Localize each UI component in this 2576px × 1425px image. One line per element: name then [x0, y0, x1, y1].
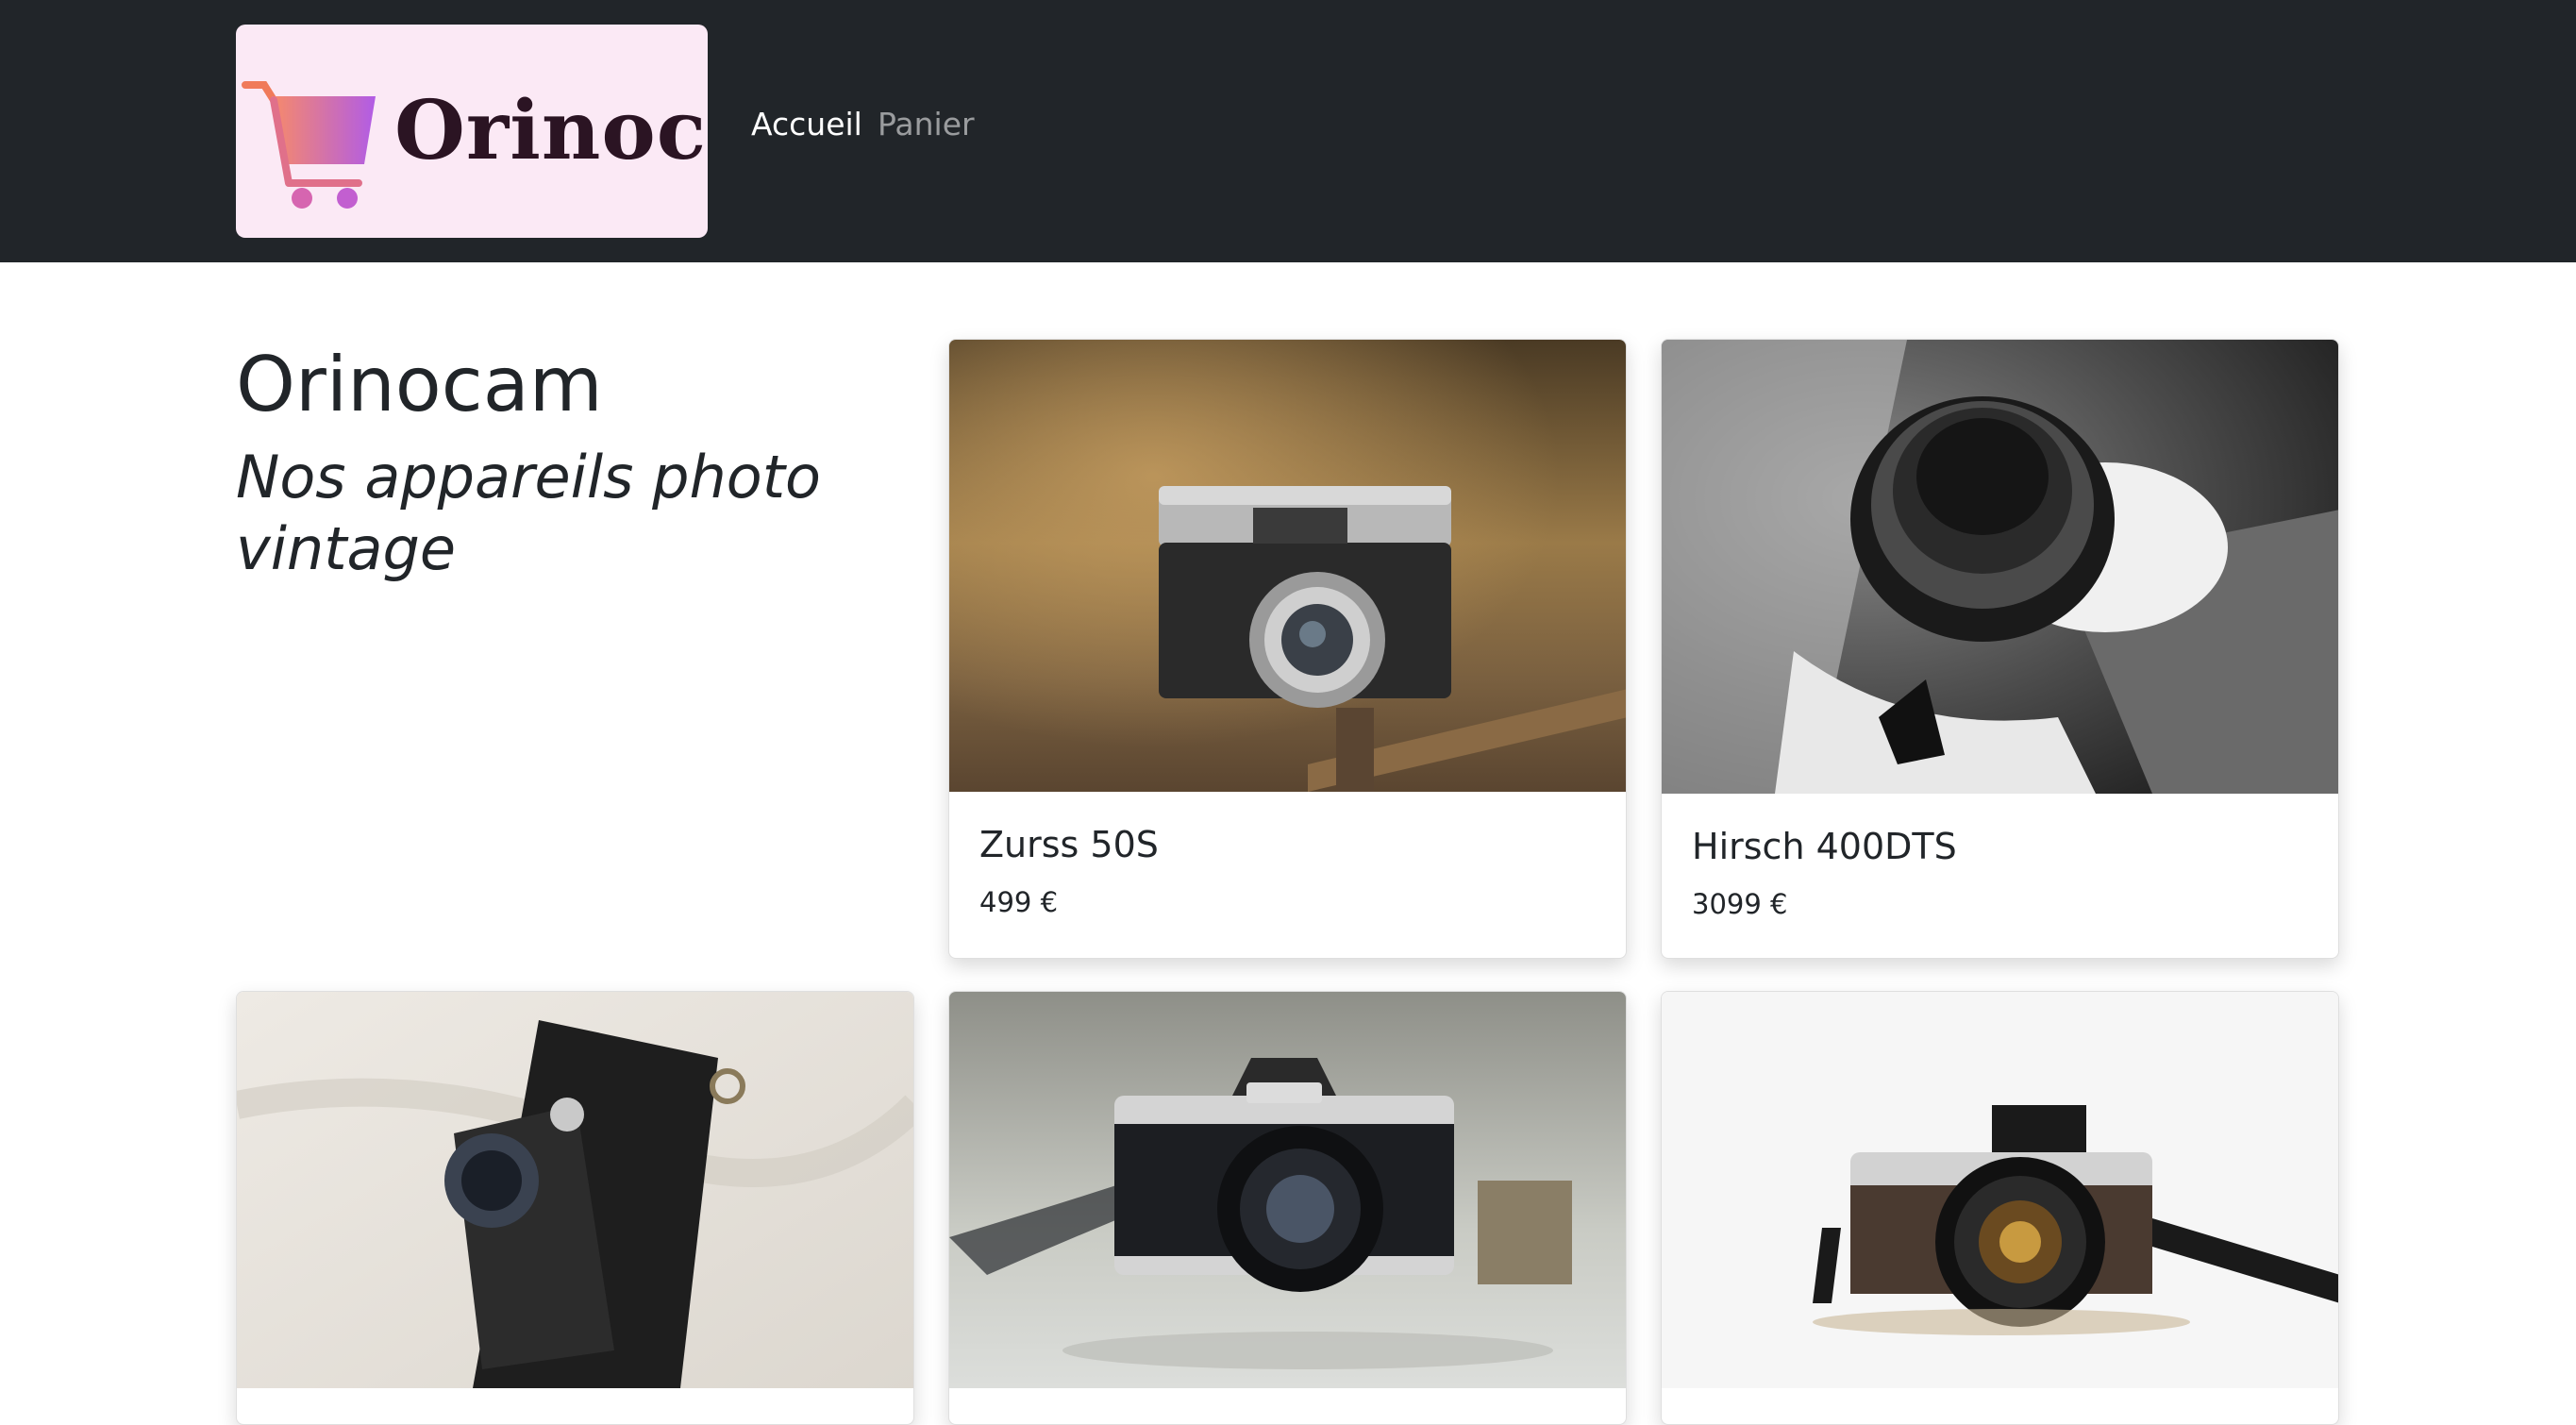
- product-image: [1662, 340, 2338, 794]
- product-image: [949, 992, 1626, 1388]
- page-subtitle: Nos appareils photo vintage: [236, 443, 821, 583]
- product-card[interactable]: [948, 991, 1627, 1425]
- logo-text: Orinoco: [394, 83, 708, 178]
- product-card[interactable]: Zurss 50S 499 €: [948, 339, 1627, 959]
- navbar: Orinoco Accueil Panier: [0, 0, 2576, 262]
- product-name: Hirsch 400DTS: [1692, 826, 1957, 867]
- product-card[interactable]: Hirsch 400DTS 3099 €: [1661, 339, 2339, 959]
- product-card-body: Hirsch 400DTS 3099 €: [1662, 794, 2338, 948]
- nav-link-home[interactable]: Accueil: [751, 106, 862, 143]
- product-price: 499 €: [979, 885, 1059, 918]
- page-title: Orinocam: [236, 341, 603, 428]
- product-card-body: Zurss 50S 499 €: [949, 792, 1626, 947]
- brand-logo-link[interactable]: Orinoco: [236, 25, 708, 238]
- product-image: [237, 992, 913, 1388]
- product-image: [949, 340, 1626, 792]
- product-name: Zurss 50S: [979, 824, 1159, 865]
- product-price: 3099 €: [1692, 887, 1788, 920]
- nav-link-cart[interactable]: Panier: [878, 106, 975, 143]
- product-image: [1662, 992, 2338, 1388]
- product-card[interactable]: [236, 991, 914, 1425]
- product-card[interactable]: [1661, 991, 2339, 1425]
